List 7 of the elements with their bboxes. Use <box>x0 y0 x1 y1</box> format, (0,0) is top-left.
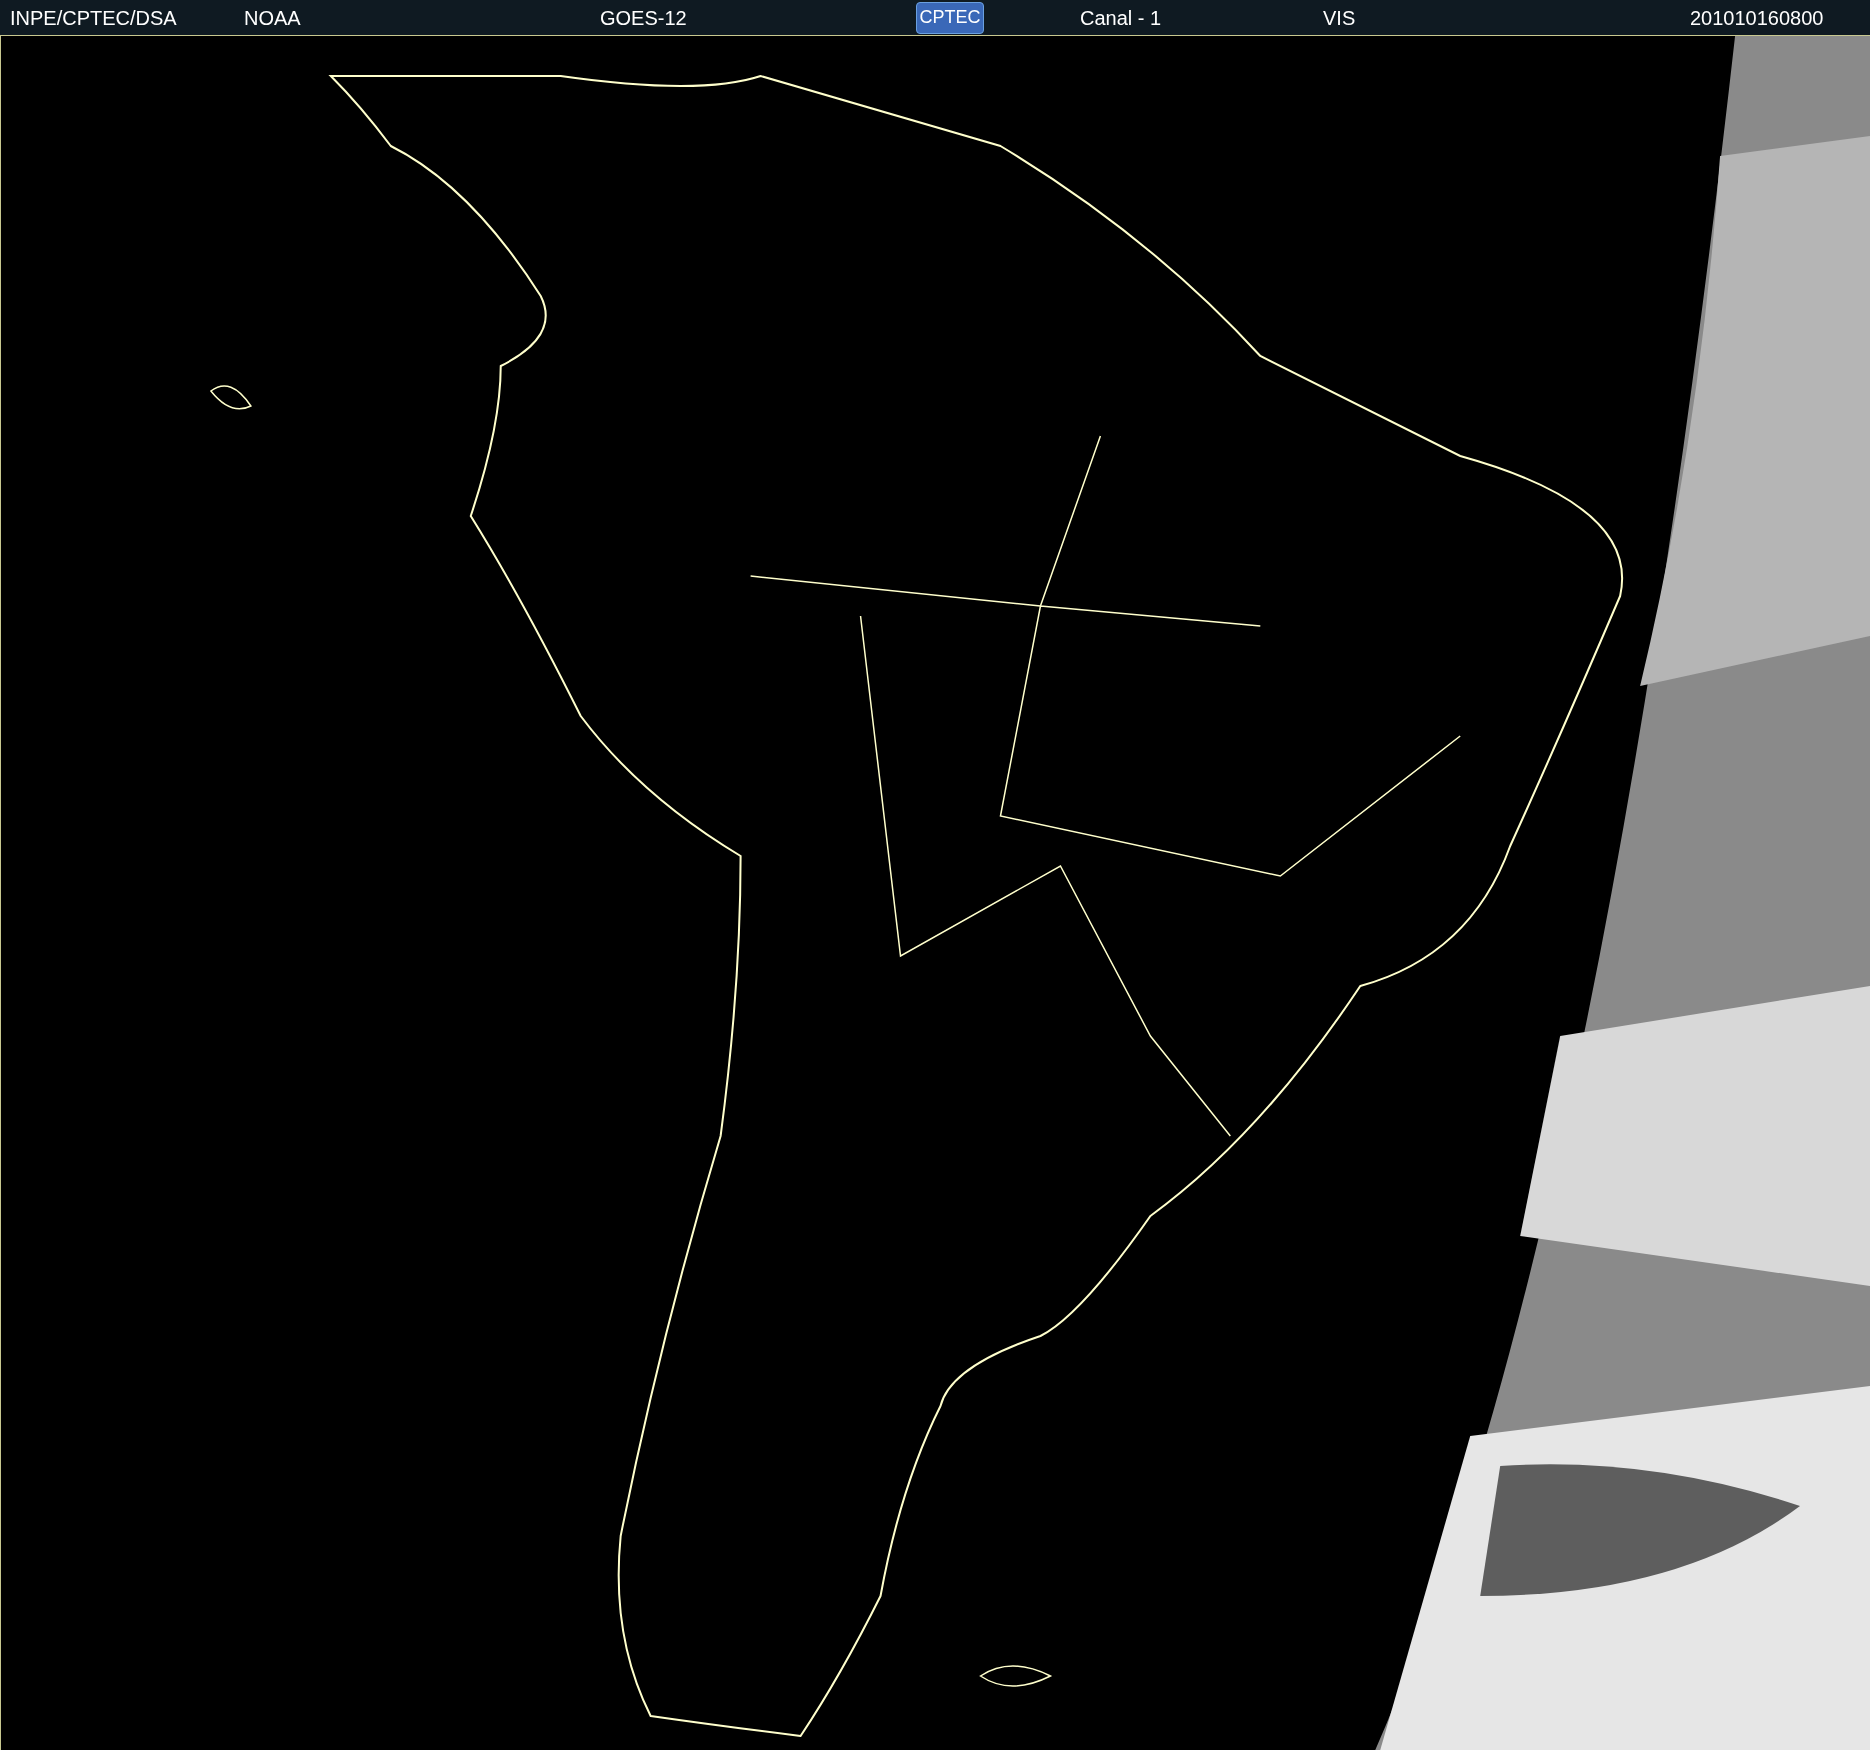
satellite-label: GOES-12 <box>600 5 688 31</box>
channel-label: Canal - 1 <box>1080 5 1163 31</box>
source-label: INPE/CPTEC/DSA <box>10 5 178 31</box>
logo: CPTEC <box>916 1 984 34</box>
timestamp-label: 201010160800 <box>1690 5 1824 31</box>
band-label: VIS <box>1323 5 1357 31</box>
agency-label: NOAA <box>244 5 302 31</box>
